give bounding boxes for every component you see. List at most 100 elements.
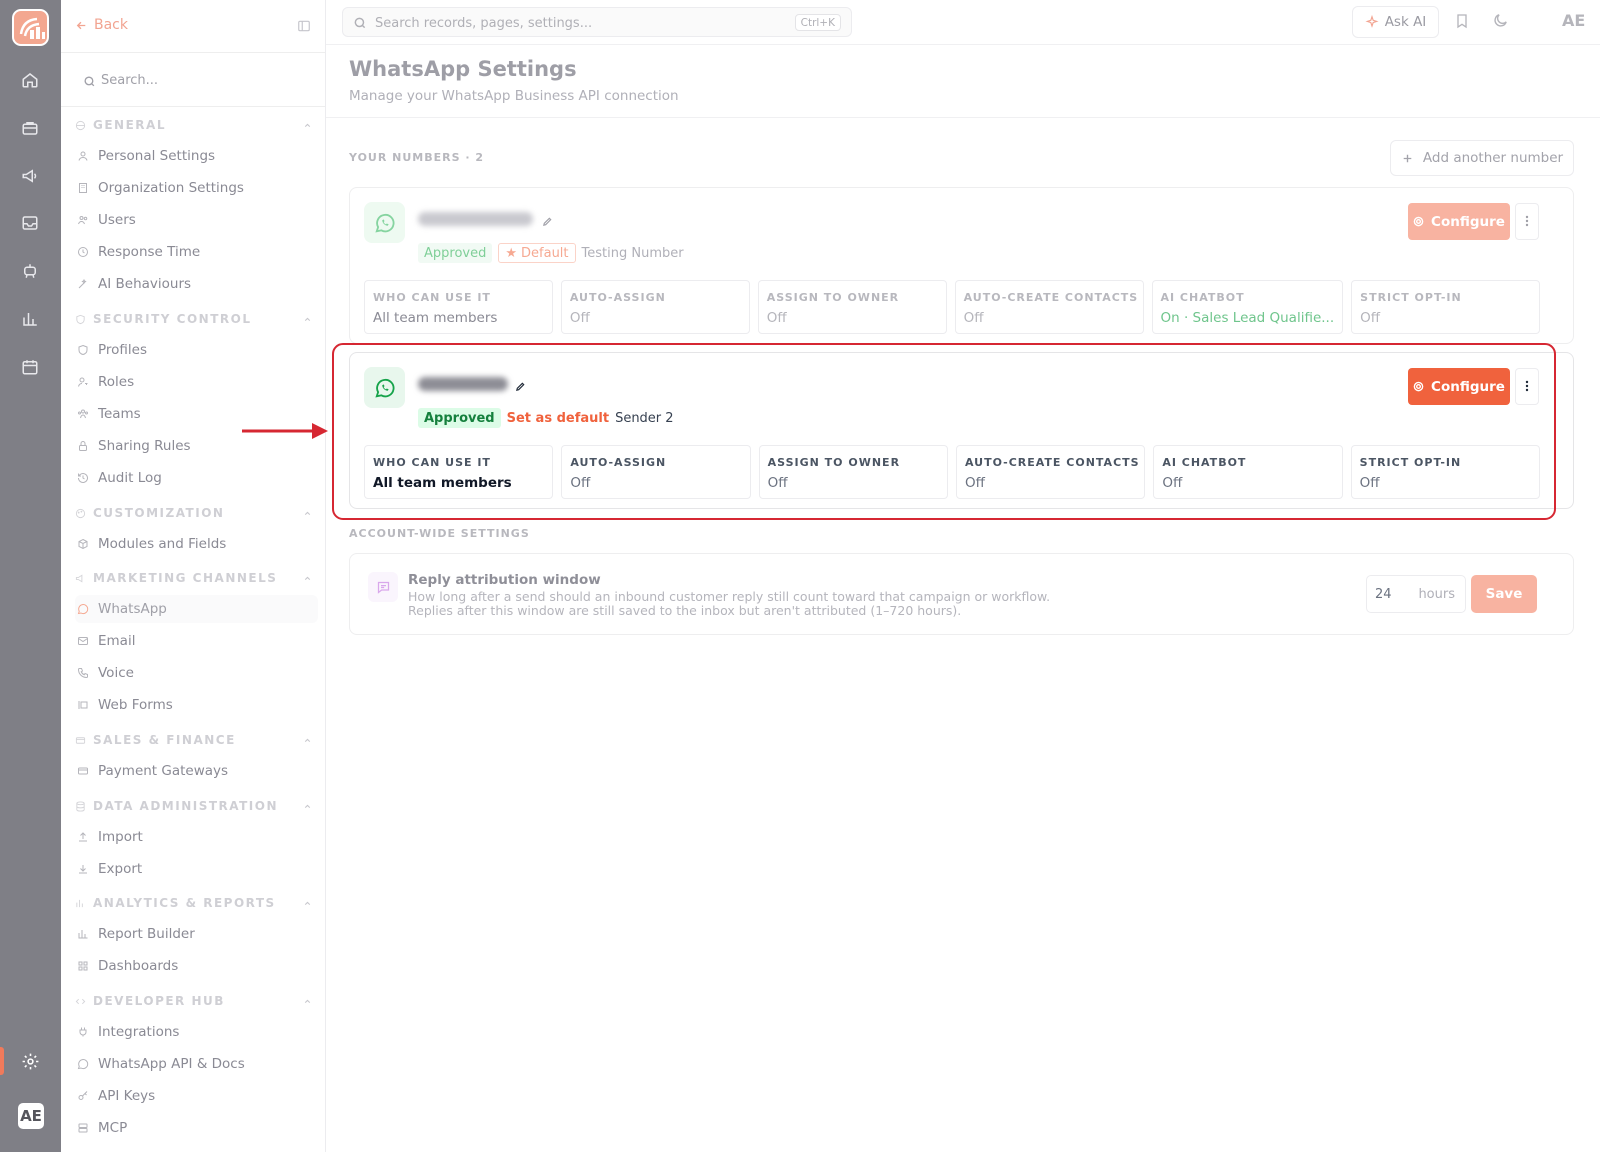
sidebar-item-report-builder[interactable]: Report Builder [75, 920, 318, 948]
sidebar-item-whatsapp[interactable]: WhatsApp [75, 595, 318, 623]
section-analytics-reports[interactable]: ANALYTICS & REPORTS [73, 890, 316, 916]
sidebar-item-email[interactable]: Email [75, 627, 318, 655]
hours-input[interactable]: 24 hours [1366, 575, 1466, 613]
setting-ai-chatbot[interactable]: AI CHATBOT On · Sales Lead Qualifie... [1151, 280, 1344, 334]
reply-attribution-card: Reply attribution window How long after … [349, 553, 1574, 635]
sidebar-item-modules-and-fields[interactable]: Modules and Fields [75, 530, 318, 558]
global-search-input[interactable] [375, 12, 775, 34]
sidebar-item-label: WhatsApp API & Docs [98, 1056, 245, 1072]
panel-collapse-icon[interactable] [297, 18, 311, 37]
server-icon [76, 1122, 90, 1134]
sidebar-item-users[interactable]: Users [75, 206, 318, 234]
sidebar-item-personal-settings[interactable]: Personal Settings [75, 142, 318, 170]
section-title: SECURITY CONTROL [93, 312, 252, 326]
hours-unit: hours [1418, 586, 1455, 602]
hours-value: 24 [1375, 586, 1392, 602]
phone-number-redacted [418, 212, 533, 226]
sidebar-item-roles[interactable]: Roles [75, 368, 318, 396]
sidebar-item-api-keys[interactable]: API Keys [75, 1082, 318, 1110]
sidebar-item-voice[interactable]: Voice [75, 659, 318, 687]
section-marketing-channels[interactable]: MARKETING CHANNELS [73, 565, 316, 591]
mail-icon [76, 635, 90, 647]
shield-icon [73, 314, 87, 325]
sidebar-item-ai-behaviours[interactable]: AI Behaviours [75, 270, 318, 298]
section-title: ANALYTICS & REPORTS [93, 896, 276, 910]
section-sales-finance[interactable]: SALES & FINANCE [73, 727, 316, 753]
home-icon[interactable] [18, 68, 42, 92]
upload-icon [76, 831, 90, 843]
kebab-icon [1525, 212, 1529, 231]
section-developer-hub[interactable]: DEVELOPER HUB [73, 988, 316, 1014]
moon-icon[interactable] [1492, 12, 1509, 33]
chevron-up-icon [303, 800, 312, 814]
page-title: WhatsApp Settings [349, 57, 577, 81]
icon-rail: AE [0, 0, 61, 1152]
bar-chart-icon[interactable] [18, 307, 42, 331]
section-general[interactable]: GENERAL [73, 112, 316, 138]
sidebar-item-label: Export [98, 861, 143, 877]
sidebar-item-export[interactable]: Export [75, 855, 318, 883]
robot-icon[interactable] [18, 259, 42, 283]
section-data-administration[interactable]: DATA ADMINISTRATION [73, 793, 316, 819]
section-customization[interactable]: CUSTOMIZATION [73, 500, 316, 526]
setting-label: STRICT OPT-IN [1360, 291, 1462, 304]
top-bar: Ctrl+K Ask AI AE [326, 0, 1600, 45]
sidebar-item-label: MCP [98, 1120, 128, 1136]
setting-auto-create-contacts[interactable]: AUTO-CREATE CONTACTS Off [954, 280, 1144, 334]
sidebar-item-audit-log[interactable]: Audit Log [75, 464, 318, 492]
sidebar-item-response-time[interactable]: Response Time [75, 238, 318, 266]
more-options-button[interactable] [1515, 203, 1539, 240]
sidebar-item-label: Response Time [98, 244, 201, 260]
sidebar-item-payment-gateways[interactable]: Payment Gateways [75, 757, 318, 785]
sidebar-item-label: Audit Log [98, 470, 162, 486]
add-number-button[interactable]: Add another number [1390, 140, 1574, 176]
sidebar-item-web-forms[interactable]: Web Forms [75, 691, 318, 719]
save-button[interactable]: Save [1471, 575, 1537, 613]
chevron-up-icon [303, 507, 312, 521]
sidebar-item-mcp[interactable]: MCP [75, 1114, 318, 1142]
setting-value: Off [569, 310, 590, 326]
reply-window-description: How long after a send should an inbound … [408, 589, 1051, 618]
back-button[interactable]: Back [75, 17, 128, 33]
inbox-icon[interactable] [18, 211, 42, 235]
bookmark-icon[interactable] [1454, 12, 1470, 34]
configure-button[interactable]: Configure [1408, 203, 1510, 240]
sidebar-item-profiles[interactable]: Profiles [75, 336, 318, 364]
setting-assign-to-owner[interactable]: ASSIGN TO OWNER Off [757, 280, 947, 334]
settings-sidebar: Back GENERAL Personal Settings Organizat… [61, 0, 326, 1152]
sidebar-item-import[interactable]: Import [75, 823, 318, 851]
add-number-label: Add another number [1422, 150, 1564, 166]
sidebar-item-label: Personal Settings [98, 148, 216, 164]
pencil-icon[interactable] [542, 212, 553, 231]
sidebar-item-whatsapp-api-docs[interactable]: WhatsApp API & Docs [75, 1050, 318, 1078]
download-icon [76, 863, 90, 875]
setting-value: On · Sales Lead Qualifie... [1160, 310, 1335, 326]
sidebar-item-label: AI Behaviours [98, 276, 192, 292]
calendar-icon[interactable] [18, 355, 42, 379]
section-security-control[interactable]: SECURITY CONTROL [73, 306, 316, 332]
megaphone-icon[interactable] [18, 164, 42, 188]
team-icon [76, 408, 90, 420]
avatar[interactable]: AE [18, 1103, 44, 1129]
user-initials[interactable]: AE [1562, 11, 1585, 30]
database-icon [73, 800, 87, 812]
configure-label: Configure [1431, 213, 1505, 230]
grid-icon [76, 960, 90, 972]
sidebar-item-organization-settings[interactable]: Organization Settings [75, 174, 318, 202]
back-label: Back [94, 17, 128, 33]
sidebar-search-input[interactable] [101, 67, 301, 93]
logo-icon[interactable] [12, 9, 49, 46]
sidebar-item-integrations[interactable]: Integrations [75, 1018, 318, 1046]
chevron-up-icon [303, 572, 312, 586]
sidebar-item-label: Payment Gateways [98, 763, 229, 779]
briefcase-icon[interactable] [18, 116, 42, 140]
sidebar-item-label: Teams [98, 406, 141, 422]
sidebar-item-label: API Keys [98, 1088, 156, 1104]
setting-auto-assign[interactable]: AUTO-ASSIGN Off [560, 280, 750, 334]
sidebar-item-dashboards[interactable]: Dashboards [75, 952, 318, 980]
sparkle-icon [1365, 15, 1379, 28]
setting-strict-opt-in[interactable]: STRICT OPT-IN Off [1351, 280, 1541, 334]
setting-who-can-use[interactable]: WHO CAN USE IT All team members [364, 280, 553, 334]
settings-icon[interactable] [18, 1049, 42, 1073]
ask-ai-button[interactable]: Ask AI [1352, 6, 1439, 38]
